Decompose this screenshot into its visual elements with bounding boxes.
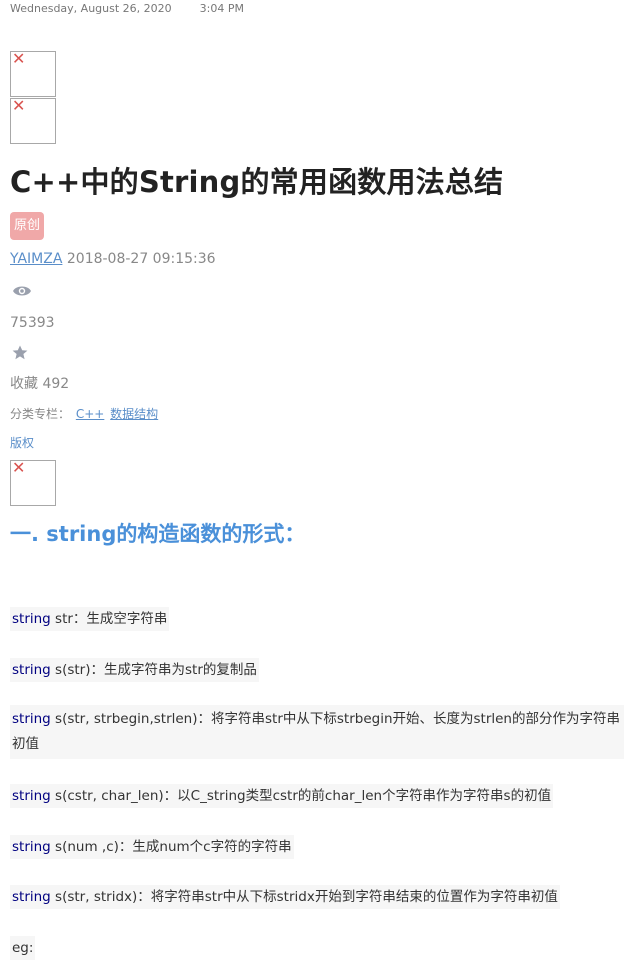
section-heading: 一. string的构造函数的形式：: [10, 522, 306, 546]
constructor-line: string str：生成空字符串: [10, 607, 170, 631]
view-count: 75393: [10, 315, 55, 331]
favorites-count: 收藏 492: [10, 376, 70, 392]
article-title: C++中的String的常用函数用法总结: [10, 165, 504, 199]
category-label: 分类专栏：: [10, 407, 71, 421]
broken-image-icon: ✕: [10, 458, 56, 506]
timestamp: Wednesday, August 26, 2020 3:04 PM: [10, 2, 244, 15]
original-badge: 原创: [10, 212, 45, 240]
constructor-line: string s(str)：生成字符串为str的复制品: [10, 658, 259, 682]
constructor-line: string s(cstr, char_len)：以C_string类型cstr…: [10, 784, 554, 808]
broken-image-icon: ✕: [10, 96, 56, 144]
category-line: 分类专栏： C++ 数据结构: [10, 405, 158, 422]
eg-label: eg:: [10, 936, 36, 960]
timestamp-time: 3:04 PM: [199, 2, 244, 15]
constructor-line: string s(str, strbegin,strlen)：将字符串str中从…: [10, 705, 624, 759]
category-link-data-structures[interactable]: 数据结构: [110, 407, 158, 421]
category-link-cpp[interactable]: C++: [76, 407, 105, 421]
constructor-line: string s(str, stridx)：将字符串str中从下标stridx开…: [10, 885, 560, 909]
broken-image-icon: ✕: [10, 49, 56, 97]
constructor-line: string s(num ,c)：生成num个c字符的字符串: [10, 835, 294, 859]
copyright-link[interactable]: 版权: [10, 434, 34, 451]
author-link[interactable]: YAIMZA: [10, 251, 62, 267]
publish-datetime: 2018-08-27 09:15:36: [66, 251, 216, 267]
star-icon[interactable]: [12, 345, 28, 360]
timestamp-date: Wednesday, August 26, 2020: [10, 2, 172, 15]
author-line: YAIMZA 2018-08-27 09:15:36: [10, 251, 216, 267]
eye-icon: [13, 286, 31, 296]
